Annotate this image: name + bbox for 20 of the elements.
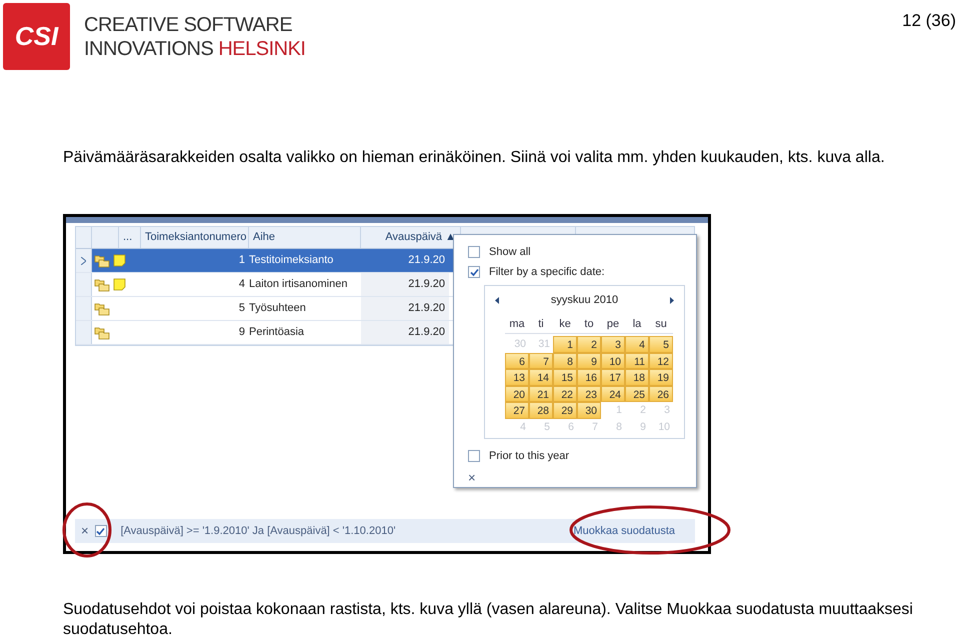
date-cell: 21.9.20 (361, 297, 449, 320)
page-number: 12 (36) (902, 10, 956, 32)
subject-cell-text: Perintöasia (249, 325, 306, 340)
date-cell: 21.9.20 (361, 273, 449, 296)
company-name: CREATIVE SOFTWARE (84, 12, 294, 36)
date-cell-text: 21.9.20 (407, 253, 446, 268)
subject-cell-text: Työsuhteen (249, 301, 307, 316)
subject-cell-text: Testitoimeksianto (249, 253, 334, 268)
intro-text: Päivämääräsarakkeiden osalta valikko on hieman erinäköinen. Siinä voi valita mm. yhden kuukauden, kts. kuva alla. (63, 148, 886, 168)
number-cell-text: 1 (238, 253, 246, 268)
number-cell-text: 4 (238, 277, 246, 292)
city-name: HELSINKI (218, 36, 306, 60)
logo: CSI (3, 3, 70, 70)
filter-expression: [Avauspäivä] >= '1.9.2010' Ja [Avauspäivä] < '1.10.2010' (120, 524, 396, 539)
date-cell: 21.9.20 (361, 321, 449, 344)
caption-text: Suodatusehdot voi poistaa kokonaan rastista, kts. kuva yllä (vasen alareuna). Valitse Muokkaa suodatusta muuttaaksesi suodatusehtoa. (63, 600, 914, 640)
subject-cell-text: Laiton irtisanominen (249, 277, 348, 292)
number-cell-text: 9 (238, 325, 246, 340)
number-cell-text: 5 (238, 301, 246, 316)
company-name: INNOVATIONS (84, 36, 214, 60)
